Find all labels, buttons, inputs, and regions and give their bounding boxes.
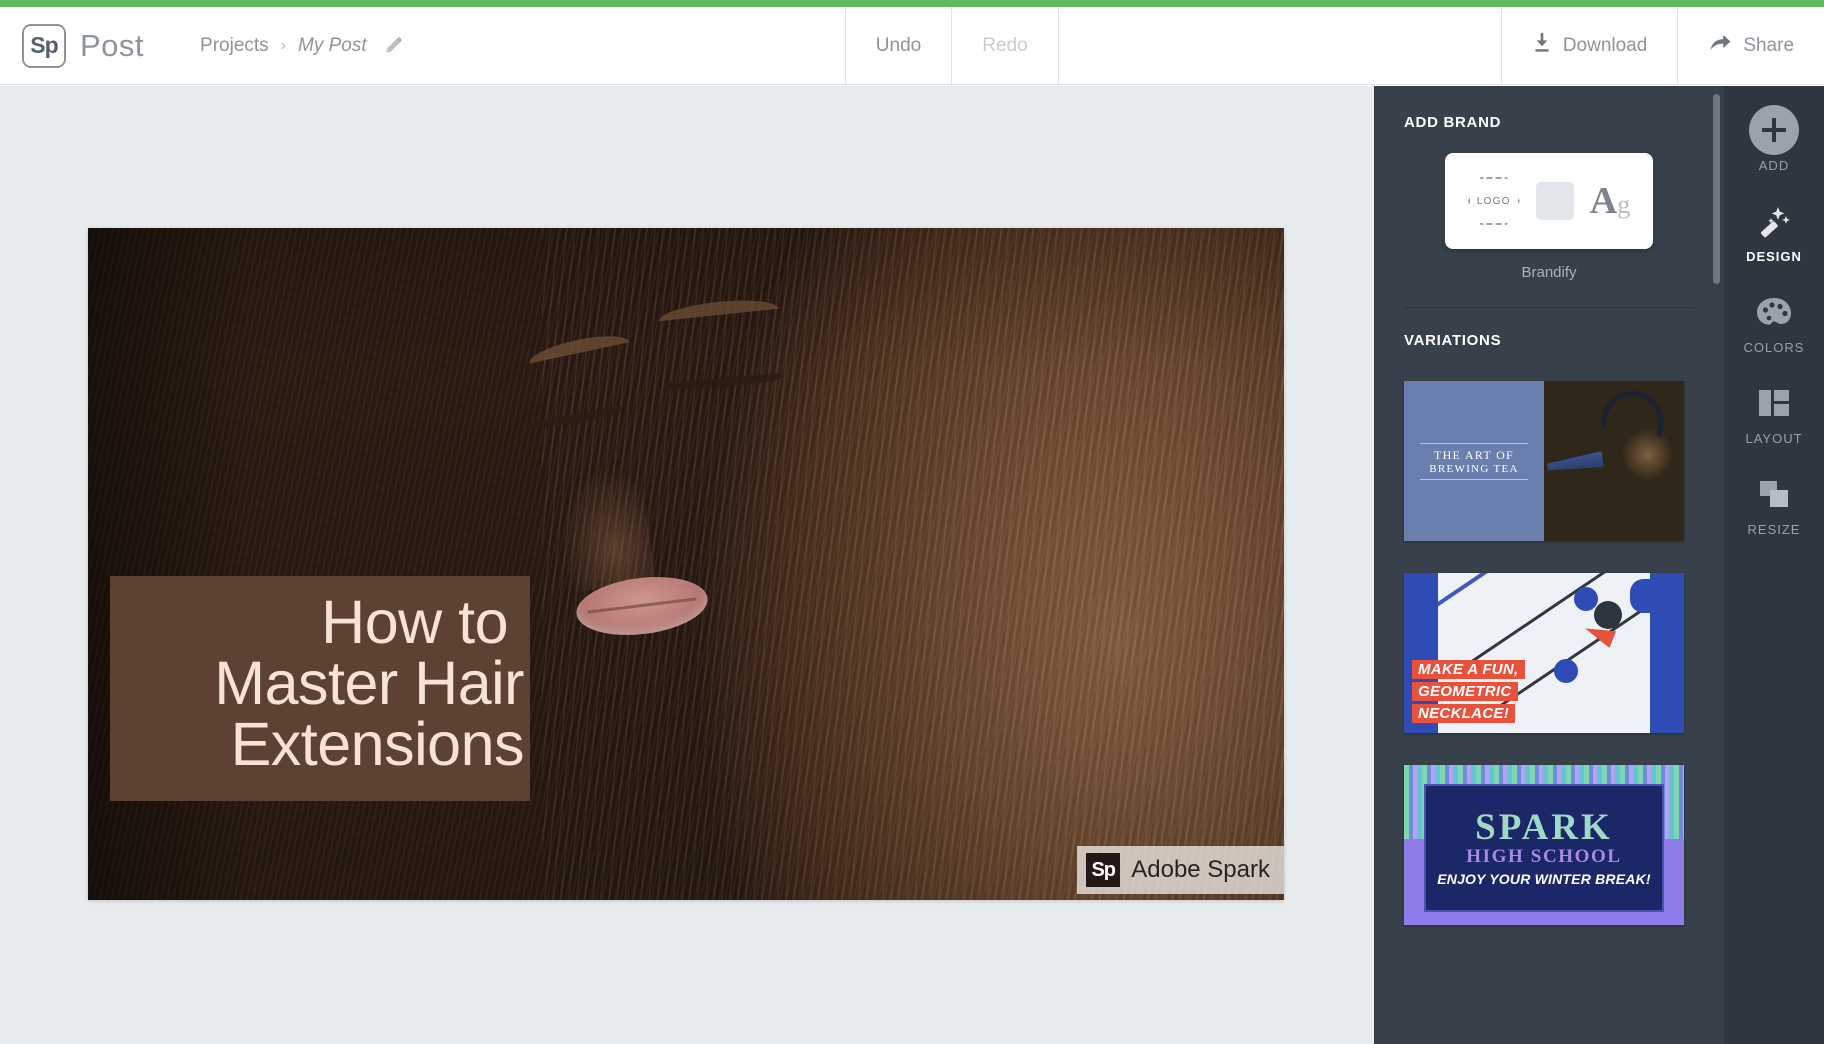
adobe-spark-watermark: Sp Adobe Spark	[1077, 846, 1284, 894]
tool-rail: ADD DESIGN COLORS LAYOUT RESIZE	[1724, 86, 1824, 1044]
headline-line-1: How to	[321, 588, 508, 656]
download-button[interactable]: Download	[1500, 7, 1678, 84]
variations-list: THE ART OF BREWING TEA MAKE A FUN, GEOME…	[1374, 381, 1724, 925]
undo-button[interactable]: Undo	[844, 7, 951, 84]
app-root: Sp Post Projects › My Post Undo Redo Dow…	[0, 0, 1824, 1044]
headline-text[interactable]: How to Master Hair Extensions	[132, 588, 524, 775]
necklace-line-1: MAKE A FUN,	[1412, 660, 1525, 679]
plus-circle-icon	[1749, 105, 1799, 155]
download-icon	[1532, 32, 1552, 60]
panel-scrollbar[interactable]	[1713, 94, 1720, 284]
palette-icon	[1755, 290, 1793, 334]
logo-placeholder-label: LOGO	[1476, 195, 1511, 207]
brandify-caption: Brandify	[1521, 264, 1577, 281]
tool-design[interactable]: DESIGN	[1724, 199, 1824, 264]
watermark-badge-icon: Sp	[1086, 853, 1121, 887]
tool-design-label: DESIGN	[1746, 249, 1802, 264]
type-sample-uppercase: A	[1589, 180, 1618, 222]
redo-button[interactable]: Redo	[951, 7, 1057, 84]
design-side-panel[interactable]: ADD BRAND LOGO Ag Brandify VARIATIONS TH…	[1374, 86, 1724, 1044]
share-arrow-icon	[1708, 32, 1732, 60]
spark-line-2: HIGH SCHOOL	[1466, 845, 1622, 867]
headline-text-box[interactable]: How to Master Hair Extensions	[110, 576, 530, 801]
add-brand-title: ADD BRAND	[1404, 114, 1502, 131]
type-sample-lowercase: g	[1617, 190, 1631, 219]
variation-card-tea[interactable]: THE ART OF BREWING TEA	[1404, 381, 1684, 541]
tea-title-panel: THE ART OF BREWING TEA	[1404, 381, 1544, 541]
brandify-card[interactable]: LOGO Ag	[1445, 153, 1653, 249]
variations-header: VARIATIONS	[1374, 308, 1724, 349]
spark-line-3: ENJOY YOUR WINTER BREAK!	[1437, 870, 1651, 887]
variations-title: VARIATIONS	[1404, 332, 1502, 349]
pencil-icon[interactable]	[383, 36, 403, 56]
tool-layout-label: LAYOUT	[1745, 431, 1803, 446]
breadcrumb-separator-icon: ›	[280, 36, 286, 54]
watermark-label: Adobe Spark	[1131, 856, 1270, 883]
tea-ornate-frame: THE ART OF BREWING TEA	[1420, 442, 1528, 480]
tool-resize-label: RESIZE	[1747, 522, 1801, 537]
tool-layout[interactable]: LAYOUT	[1724, 381, 1824, 446]
variation-card-spark-high-school[interactable]: SPARK HIGH SCHOOL ENJOY YOUR WINTER BREA…	[1404, 765, 1684, 925]
tool-colors-label: COLORS	[1743, 340, 1805, 355]
teapot-spout	[1546, 451, 1604, 475]
share-label: Share	[1743, 34, 1795, 56]
necklace-bead-3	[1554, 659, 1578, 683]
necklace-line-2: GEOMETRIC	[1412, 682, 1518, 701]
logo-placeholder-icon: LOGO	[1467, 177, 1520, 225]
necklace-bead-1	[1574, 587, 1598, 611]
add-brand-section: ADD BRAND LOGO Ag Brandify	[1374, 86, 1724, 308]
download-label: Download	[1562, 34, 1648, 56]
top-accent-bar	[0, 0, 1824, 7]
breadcrumb-current-title[interactable]: My Post	[298, 35, 367, 57]
headline-line-2: Master Hair	[214, 649, 524, 717]
app-title: Post	[80, 27, 145, 63]
header-spacer-left	[403, 7, 845, 84]
brand-typography-sample-icon: Ag	[1590, 182, 1630, 220]
breadcrumb: Projects › My Post	[200, 35, 403, 57]
brand-zone: Sp Post Projects › My Post	[0, 7, 403, 84]
tool-add-label: ADD	[1758, 158, 1790, 173]
tool-resize[interactable]: RESIZE	[1724, 472, 1824, 537]
app-header: Sp Post Projects › My Post Undo Redo Dow…	[0, 7, 1824, 85]
artboard[interactable]: How to Master Hair Extensions Sp Adobe S…	[88, 228, 1284, 900]
resize-frames-icon	[1757, 472, 1791, 516]
necklace-caption: MAKE A FUN, GEOMETRIC NECKLACE!	[1412, 660, 1525, 723]
tea-photo	[1544, 381, 1684, 541]
share-button[interactable]: Share	[1677, 7, 1824, 84]
spark-text-panel: SPARK HIGH SCHOOL ENJOY YOUR WINTER BREA…	[1423, 784, 1665, 913]
magic-wand-icon	[1754, 199, 1794, 243]
necklace-line-3: NECKLACE!	[1412, 704, 1516, 723]
tool-add[interactable]: ADD	[1724, 105, 1824, 173]
tea-line-1: THE ART OF	[1433, 447, 1515, 462]
tool-colors[interactable]: COLORS	[1724, 290, 1824, 355]
tea-line-2: BREWING TEA	[1429, 462, 1519, 475]
spark-logo-icon[interactable]: Sp	[22, 23, 66, 68]
brand-color-swatch-icon	[1535, 182, 1574, 220]
necklace-bead-4	[1630, 579, 1664, 613]
necklace-bead-2	[1594, 601, 1622, 629]
header-spacer-right	[1057, 7, 1501, 84]
canvas-workspace[interactable]: How to Master Hair Extensions Sp Adobe S…	[0, 86, 1374, 1044]
layout-columns-icon	[1757, 381, 1791, 425]
headline-line-3: Extensions	[230, 710, 525, 778]
breadcrumb-projects-link[interactable]: Projects	[200, 35, 269, 57]
spark-line-1: SPARK	[1475, 806, 1613, 848]
variation-card-necklace[interactable]: MAKE A FUN, GEOMETRIC NECKLACE!	[1404, 573, 1684, 733]
teapot-handle	[1600, 386, 1668, 437]
